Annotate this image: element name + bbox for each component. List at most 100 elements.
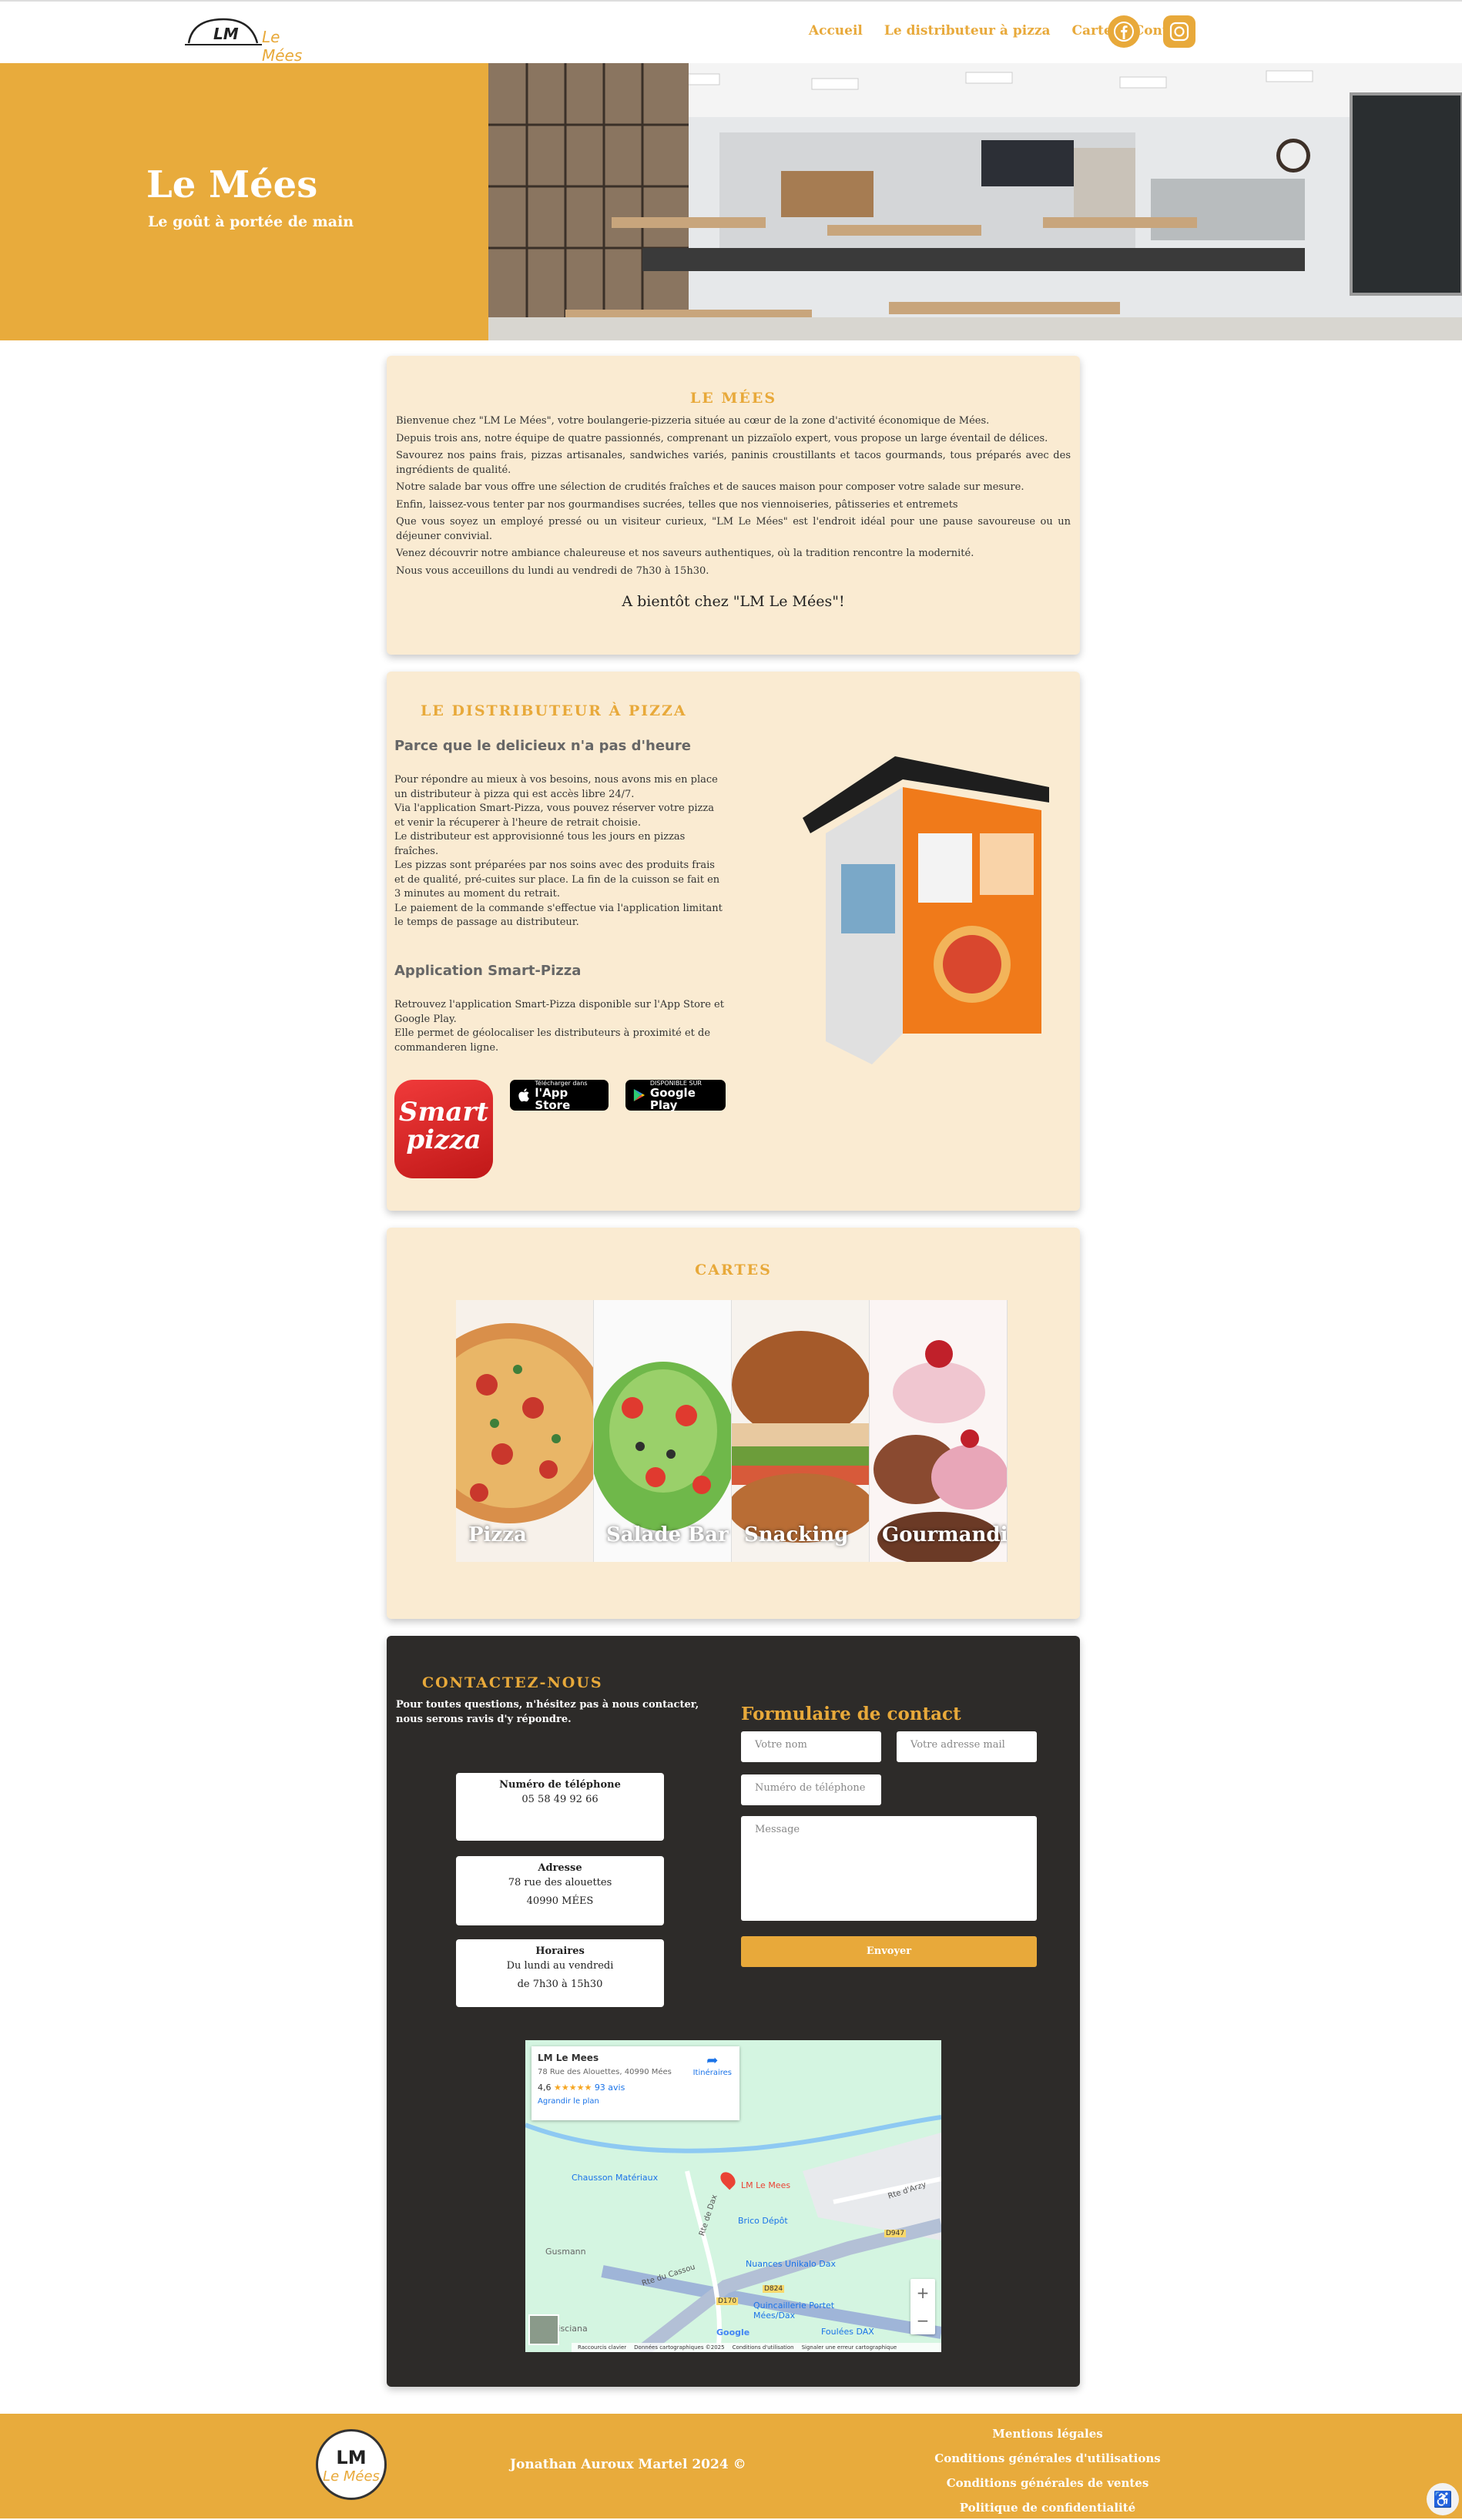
hours-line: de 7h30 à 15h30 [517,1979,603,1990]
distributor-paragraph: Pour répondre au mieux à vos besoins, no… [394,774,718,800]
phone-number[interactable]: 05 58 49 92 66 [456,1791,664,1809]
map-report-link[interactable]: Signaler une erreur cartographique [802,2343,897,2352]
about-paragraph: Venez découvrir notre ambiance chaleureu… [396,548,974,559]
map-directions-label: Itinéraires [692,2069,732,2077]
logo[interactable]: LM Le Mées [185,15,324,65]
footer-link-privacy[interactable]: Politique de confidentialité [894,2495,1202,2520]
about-paragraph: Nous vous acceuillons du lundi au vendre… [396,565,709,577]
footer-logo[interactable]: LM Le Mées [316,2429,387,2500]
app-paragraph: Elle permet de géolocaliser les distribu… [394,1027,711,1054]
app-icon-line1: Smart [398,1097,489,1128]
footer-link-cgv[interactable]: Conditions générales de ventes [894,2471,1202,2495]
copyright: Jonathan Auroux Martel 2024 © [510,2457,746,2472]
menu-tile-pizza[interactable]: Pizza [456,1300,594,1562]
contact-title: Contactez-nous [422,1674,603,1691]
menu-tiles: Pizza Salade Bar Snacking Gourmandise [456,1300,1008,1562]
google-play-icon [633,1089,645,1101]
hours-box: Horaires Du lundi au vendredi de 7h30 à … [456,1939,664,2007]
map-attribution-bar: Raccourcis clavier Données cartographiqu… [572,2343,941,2352]
instagram-icon[interactable] [1163,15,1195,48]
distributor-paragraph: Via l'application Smart-Pizza, vous pouv… [394,803,714,829]
address-line: 40990 MÉES [526,1895,594,1907]
top-navbar: LM Le Mées Accueil Le distributeur à piz… [0,0,1462,65]
map-directions-button[interactable]: ➦ Itinéraires [693,2053,732,2077]
map-shortcuts-link[interactable]: Raccourcis clavier [578,2343,626,2352]
menu-tile-label: Salade Bar [606,1523,729,1547]
distributor-section: Le distributeur à pizza Parce que le del… [387,672,1080,1211]
about-section: Le Mées Bienvenue chez "LM Le Mées", vot… [387,356,1080,655]
distributor-text: Pour répondre au mieux à vos besoins, no… [394,773,726,930]
contact-section: Contactez-nous Pour toutes questions, n'… [387,1636,1080,2387]
distributor-paragraph: Les pizzas sont préparées par nos soins … [394,860,720,900]
map-pin-label[interactable]: Brico Dépôt [738,2216,788,2226]
name-input[interactable]: Votre nom [741,1731,881,1762]
menu-tile-label: Pizza [468,1523,527,1547]
cartes-title: Cartes [695,1262,772,1278]
map-pin-label[interactable]: Foulées DAX [821,2327,874,2337]
phone-input[interactable]: Numéro de téléphone [741,1774,881,1805]
about-closing: A bientôt chez "LM Le Mées"! [622,593,845,610]
map-road-label: D947 [884,2230,907,2237]
nav-accueil[interactable]: Accueil [809,23,863,39]
menu-tile-snacking[interactable]: Snacking [732,1300,870,1562]
footer-link-legal[interactable]: Mentions légales [894,2421,1202,2446]
app-paragraph: Retrouvez l'application Smart-Pizza disp… [394,999,724,1025]
app-icon-line2: pizza [406,1124,481,1155]
map-terms-link[interactable]: Conditions d'utilisation [733,2343,794,2352]
menu-tile-salade-bar[interactable]: Salade Bar [594,1300,732,1562]
facebook-icon[interactable] [1108,15,1140,48]
footer-logo-name: Le Mées [323,2468,380,2485]
map-road-label: D824 [763,2285,785,2293]
smart-pizza-app-icon[interactable]: Smart pizza [394,1080,493,1178]
map-info-card: LM Le Mees 78 Rue des Alouettes, 40990 M… [531,2046,739,2120]
contact-intro: Pour toutes questions, n'hésitez pas à n… [396,1699,699,1725]
about-paragraph: Enfin, laissez-vous tenter par nos gourm… [396,498,958,511]
map-data-text: Données cartographiques ©2025 [634,2344,725,2351]
address-line: 78 rue des alouettes [508,1877,612,1888]
map-pin-label[interactable]: Nuances Unikalo Dax [746,2259,836,2269]
hero-banner: Le Mées Le goût à portée de main [0,63,1462,340]
map-enlarge-link[interactable]: Agrandir le plan [538,2097,733,2106]
footer-logo-initials: LM [336,2447,367,2468]
contact-form-title: Formulaire de contact [741,1704,961,1724]
map-layer-thumbnail[interactable] [528,2314,559,2345]
map-pin-label[interactable]: Quincaillerie Portet Mées/Dax [753,2301,846,2321]
distributor-paragraph: Le paiement de la commande s'effectue vi… [394,902,723,929]
submit-button[interactable]: Envoyer [741,1936,1037,1967]
nav-carte[interactable]: Carte [1072,23,1112,39]
phone-label: Numéro de téléphone [499,1779,621,1791]
pizza-vending-machine-image [795,756,1057,1064]
zoom-in-icon[interactable]: + [910,2279,935,2307]
map-pin-label[interactable]: LM Le Mees [741,2180,790,2190]
google-play-button[interactable]: DISPONIBLE SUR Google Play [625,1080,726,1111]
map-reviews[interactable]: 93 avis [595,2083,625,2093]
app-store-button[interactable]: Télécharger dans l'App Store [510,1080,609,1111]
logo-name: Le Mées [262,28,303,65]
menu-tile-gourmandise[interactable]: Gourmandise [870,1300,1008,1562]
footer-links: Mentions légales Conditions générales d'… [894,2421,1202,2520]
cartes-section: Cartes Pizza Salade Bar Snacking Gourman… [387,1228,1080,1619]
message-textarea[interactable]: Message [741,1816,1037,1921]
phone-box: Numéro de téléphone 05 58 49 92 66 [456,1773,664,1841]
about-paragraph: Notre salade bar vous offre une sélectio… [396,481,1024,493]
app-text: Retrouvez l'application Smart-Pizza disp… [394,998,726,1055]
map-pin-label[interactable]: Chausson Matériaux [572,2173,658,2183]
logo-initials: LM [213,25,239,43]
nav-distributeur[interactable]: Le distributeur à pizza [884,23,1051,39]
app-store-big: l'App Store [535,1085,571,1112]
hero-subtitle: Le goût à portée de main [148,213,354,230]
about-text: Bienvenue chez "LM Le Mées", votre boula… [396,414,1071,581]
footer-link-cgu[interactable]: Conditions générales d'utilisations [894,2446,1202,2471]
hours-label: Horaires [535,1945,585,1957]
zoom-out-icon[interactable]: − [910,2307,935,2334]
email-input[interactable]: Votre adresse mail [897,1731,1037,1762]
google-map-embed[interactable]: LM Le Mees 78 Rue des Alouettes, 40990 M… [525,2040,941,2352]
accessibility-icon[interactable]: ♿ [1427,2483,1459,2515]
about-title: Le Mées [689,390,777,407]
app-title: Application Smart-Pizza [394,963,582,979]
map-zoom-controls: + − [910,2279,935,2334]
hours-line: Du lundi au vendredi [506,1960,614,1972]
map-pin-label[interactable]: Gusmann [545,2247,586,2257]
apple-icon [518,1088,529,1102]
footer: LM Le Mées Jonathan Auroux Martel 2024 ©… [0,2414,1462,2518]
